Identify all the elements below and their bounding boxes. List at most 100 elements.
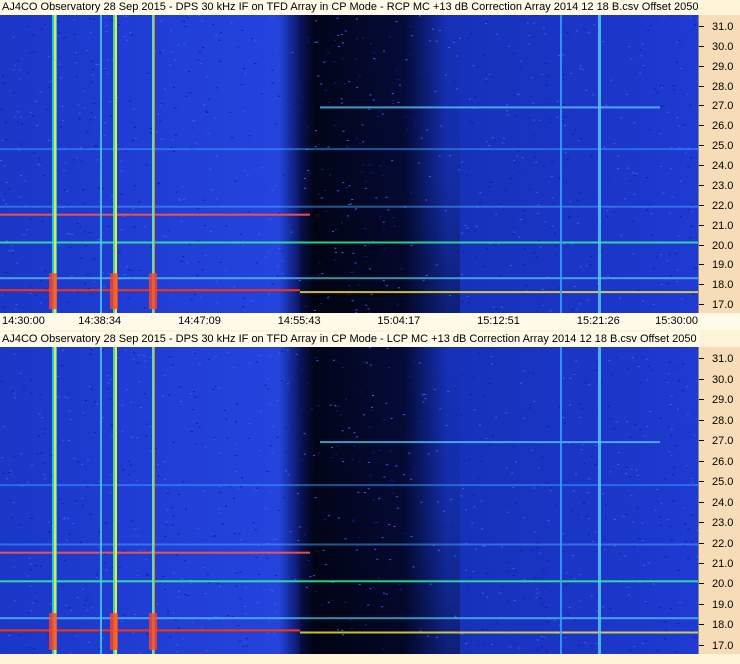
- noise-speckle: [280, 380, 283, 382]
- freq-tick: 30.0: [699, 41, 740, 53]
- noise-speckle: [111, 434, 114, 436]
- time-tick-label: 15:12:51: [477, 315, 520, 327]
- noise-speckle: [495, 416, 498, 418]
- noise-speckle: [93, 281, 96, 283]
- noise-speckle: [167, 230, 170, 232]
- noise-speckle: [143, 226, 146, 228]
- noise-speckle: [677, 235, 680, 237]
- noise-speckle: [668, 361, 671, 363]
- noise-speckle: [463, 459, 466, 461]
- noise-speckle: [573, 578, 576, 580]
- noise-speckle: [523, 578, 526, 580]
- noise-speckle: [82, 412, 85, 414]
- noise-speckle: [321, 273, 324, 274]
- noise-speckle: [410, 245, 413, 246]
- noise-speckle: [80, 257, 83, 259]
- noise-speckle: [549, 287, 552, 289]
- rfi-stripe: [115, 347, 117, 654]
- noise-speckle: [246, 174, 249, 176]
- noise-speckle: [66, 301, 69, 303]
- noise-speckle: [281, 350, 283, 352]
- noise-speckle: [26, 229, 29, 231]
- noise-speckle: [637, 289, 640, 291]
- tick-label: 19.0: [712, 259, 734, 272]
- noise-speckle: [132, 108, 135, 110]
- noise-speckle: [204, 593, 207, 594]
- noise-speckle: [88, 386, 91, 387]
- noise-speckle: [20, 116, 23, 118]
- noise-speckle: [344, 398, 347, 400]
- noise-speckle: [234, 533, 236, 534]
- noise-speckle: [219, 60, 222, 62]
- noise-speckle: [135, 480, 138, 481]
- noise-speckle: [362, 164, 365, 166]
- noise-speckle: [60, 365, 63, 366]
- noise-speckle: [403, 474, 405, 476]
- noise-speckle: [16, 262, 19, 264]
- noise-speckle: [571, 309, 574, 311]
- noise-speckle: [261, 167, 264, 169]
- noise-speckle: [76, 157, 79, 159]
- noise-speckle: [579, 68, 582, 70]
- noise-speckle: [333, 359, 335, 361]
- noise-speckle: [29, 286, 32, 287]
- noise-speckle: [102, 272, 105, 274]
- noise-speckle: [687, 166, 690, 168]
- noise-speckle: [198, 261, 201, 263]
- noise-speckle: [106, 272, 109, 274]
- noise-speckle: [481, 629, 484, 631]
- noise-speckle: [142, 355, 145, 357]
- noise-speckle: [215, 87, 218, 89]
- noise-speckle: [352, 271, 354, 273]
- noise-speckle: [541, 456, 544, 458]
- noise-speckle: [586, 299, 589, 301]
- noise-speckle: [344, 601, 347, 603]
- noise-speckle: [166, 509, 169, 511]
- noise-speckle: [473, 409, 476, 411]
- freq-tick: 30.0: [699, 374, 740, 386]
- noise-speckle: [547, 426, 550, 428]
- noise-speckle: [519, 219, 522, 220]
- noise-speckle: [369, 43, 372, 44]
- noise-speckle: [686, 93, 689, 95]
- noise-speckle: [471, 522, 474, 524]
- noise-speckle: [466, 227, 469, 229]
- noise-speckle: [675, 281, 678, 283]
- noise-speckle: [190, 298, 193, 300]
- noise-speckle: [70, 275, 73, 277]
- noise-speckle: [586, 492, 589, 493]
- noise-speckle: [190, 431, 193, 433]
- noise-speckle: [111, 195, 114, 197]
- noise-speckle: [29, 518, 31, 519]
- noise-speckle: [259, 410, 262, 412]
- noise-speckle: [341, 252, 344, 254]
- noise-speckle: [186, 595, 189, 596]
- noise-speckle: [590, 645, 593, 647]
- noise-speckle: [438, 549, 440, 551]
- noise-speckle: [564, 637, 567, 639]
- noise-speckle: [182, 481, 185, 483]
- noise-speckle: [391, 93, 394, 95]
- frequency-axis-rcp: 31.0 30.0 29.0 28.0 27.0 26.0 25.0 24.0 23.0 22.0…: [698, 15, 740, 313]
- noise-speckle: [645, 358, 648, 360]
- noise-speckle: [492, 348, 494, 350]
- noise-speckle: [17, 60, 20, 62]
- noise-speckle: [44, 478, 46, 480]
- noise-speckle: [488, 186, 490, 188]
- noise-speckle: [662, 192, 665, 194]
- noise-speckle: [453, 630, 456, 632]
- noise-speckle: [586, 515, 589, 517]
- noise-speckle: [581, 407, 584, 409]
- noise-speckle: [74, 500, 77, 502]
- noise-speckle: [404, 532, 407, 534]
- noise-speckle: [359, 143, 362, 145]
- noise-speckle: [694, 267, 697, 269]
- noise-speckle: [373, 58, 376, 59]
- noise-speckle: [235, 455, 238, 456]
- noise-speckle: [254, 40, 257, 42]
- tick-mark: [699, 583, 704, 585]
- noise-speckle: [60, 77, 63, 79]
- noise-speckle: [305, 586, 308, 588]
- noise-speckle: [692, 293, 695, 295]
- noise-speckle: [69, 247, 72, 249]
